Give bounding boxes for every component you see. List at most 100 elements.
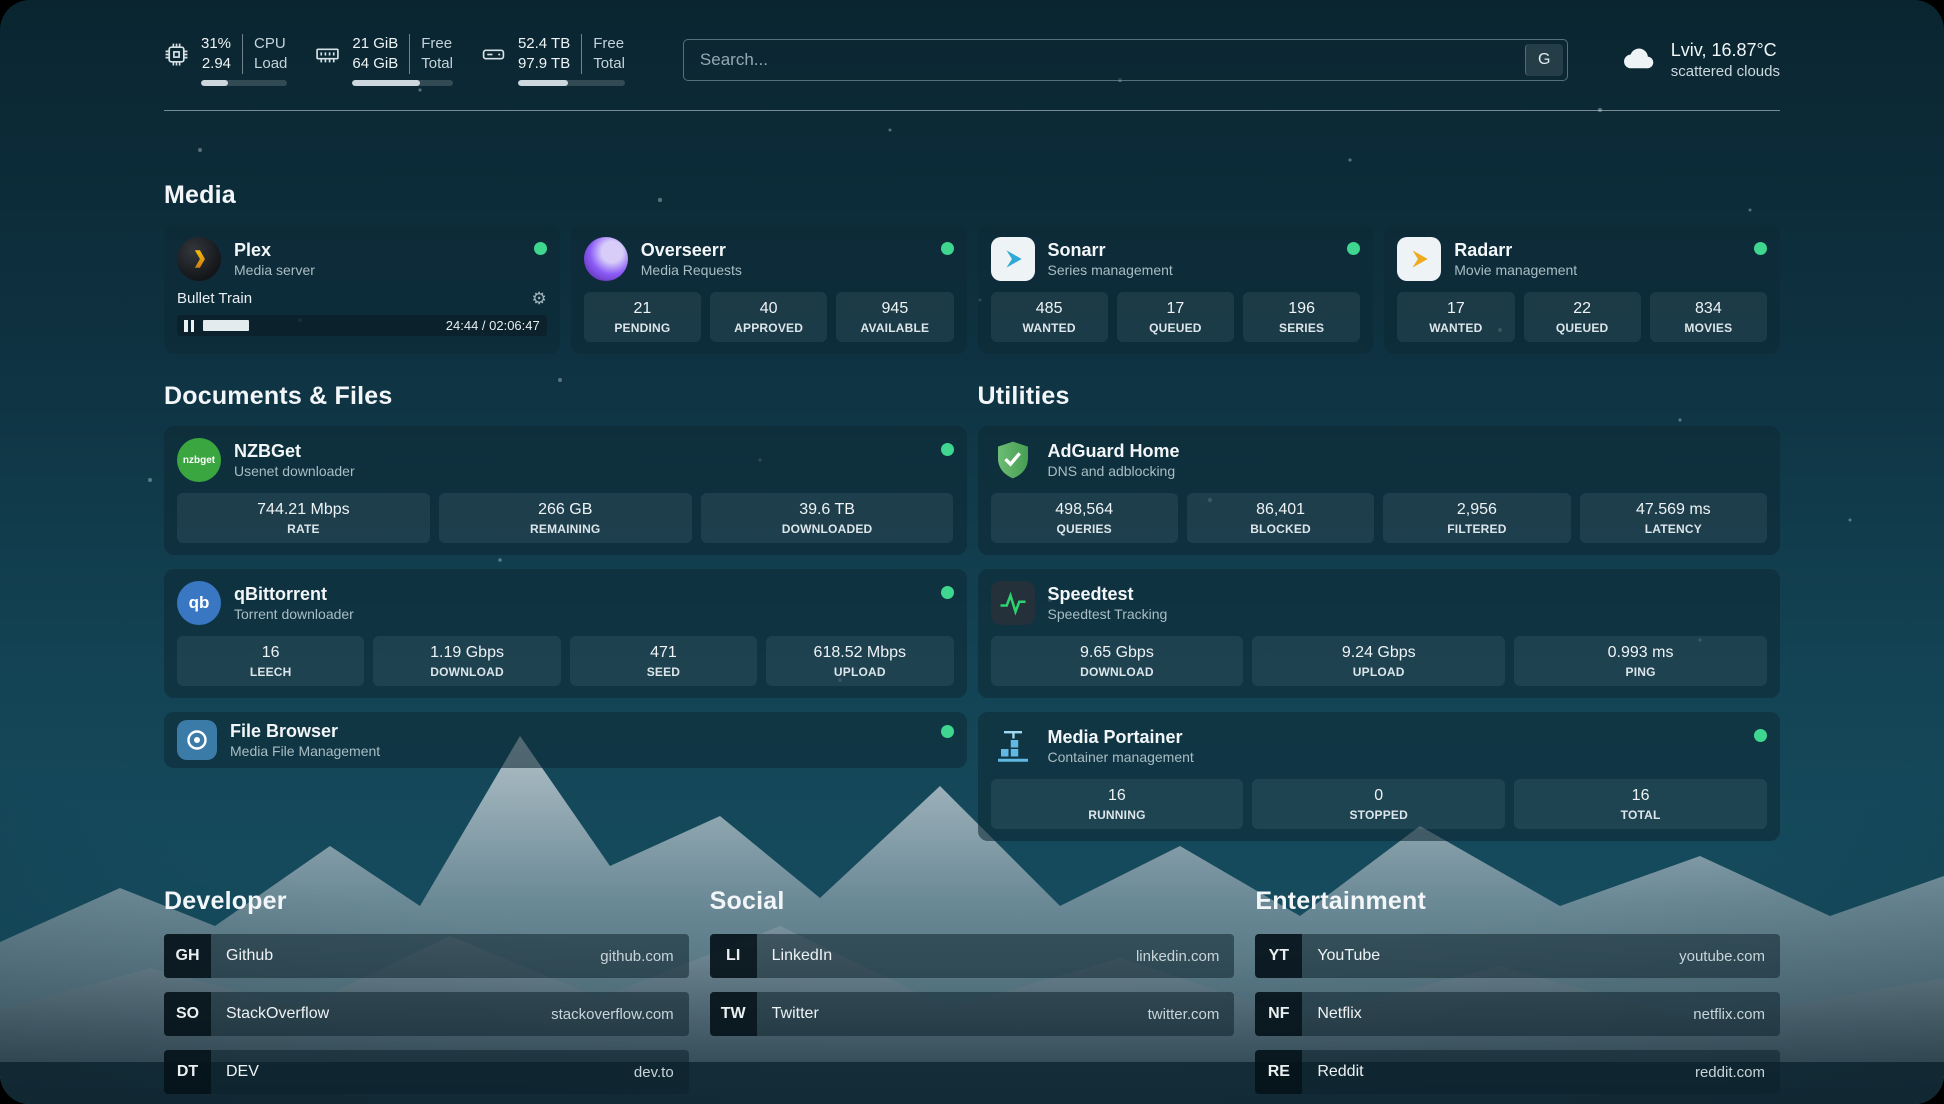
dashboard-content: 31% 2.94 CPU Load <box>0 0 1944 1104</box>
stat-label: SEED <box>574 665 753 680</box>
dashboard-screen: 31% 2.94 CPU Load <box>0 0 1944 1104</box>
bookmark-name: Twitter <box>772 1005 819 1023</box>
stat-value: 21 <box>588 299 697 319</box>
app-name: Plex <box>234 239 315 261</box>
section-title-social: Social <box>710 887 1235 916</box>
cpu-stats: 31% 2.94 CPU Load <box>201 34 287 86</box>
bookmark-abbr: TW <box>710 992 757 1036</box>
stat-value: 471 <box>574 643 753 663</box>
portainer-stat-total: 16 TOTAL <box>1514 779 1767 829</box>
playback-time: 24:44 / 02:06:47 <box>446 318 540 333</box>
search-engine-button[interactable]: G <box>1525 44 1563 76</box>
stat-label: BLOCKED <box>1191 522 1370 537</box>
stat-value: 0 <box>1256 786 1501 806</box>
qbittorrent-icon-text: qb <box>189 593 210 613</box>
filebrowser-header: File Browser Media File Management <box>177 720 954 760</box>
stat-value: 196 <box>1247 299 1356 319</box>
now-playing-title: Bullet Train <box>177 290 252 307</box>
media-player-bar[interactable]: 24:44 / 02:06:47 <box>177 315 547 336</box>
playback-progress-track[interactable] <box>203 320 437 331</box>
stat-value: 16 <box>1518 786 1763 806</box>
bookmark-stackoverflow[interactable]: SO StackOverflow stackoverflow.com <box>164 992 689 1036</box>
adguard-card[interactable]: AdGuard Home DNS and adblocking 498,564 … <box>978 426 1781 555</box>
plex-icon <box>177 237 221 281</box>
stat-label: REMAINING <box>443 522 688 537</box>
pause-icon[interactable] <box>184 320 194 332</box>
stat-label: RATE <box>181 522 426 537</box>
plex-card[interactable]: Plex Media server Bullet Train ⚙ <box>164 225 560 354</box>
bookmark-netflix[interactable]: NF Netflix netflix.com <box>1255 992 1780 1036</box>
qbittorrent-stat-seed: 471 SEED <box>570 636 757 686</box>
stat-value: 618.52 Mbps <box>770 643 949 663</box>
speedtest-card[interactable]: Speedtest Speedtest Tracking 9.65 Gbps D… <box>978 569 1781 698</box>
bookmark-github[interactable]: GH Github github.com <box>164 934 689 978</box>
nzbget-stat-rate: 744.21 Mbps RATE <box>177 493 430 543</box>
bookmark-group-developer: Developer GH Github github.com SO StackO… <box>164 887 689 1104</box>
app-subtitle: Media server <box>234 261 315 279</box>
stat-label: LATENCY <box>1584 522 1763 537</box>
stat-value: 9.24 Gbps <box>1256 643 1501 663</box>
stats-row: 17 WANTED 22 QUEUED 834 MOVIES <box>1397 292 1767 342</box>
search-box: G <box>683 39 1568 81</box>
bookmark-url: reddit.com <box>1695 1064 1765 1081</box>
stat-value: 47.569 ms <box>1584 500 1763 520</box>
ram-usage-fill <box>352 80 419 86</box>
stat-label: WANTED <box>995 321 1104 336</box>
stat-value: 40 <box>714 299 823 319</box>
sonarr-card[interactable]: Sonarr Series management 485 WANTED 17 Q… <box>978 225 1374 354</box>
stat-value: 2,956 <box>1387 500 1566 520</box>
status-indicator <box>941 725 954 738</box>
bookmark-youtube[interactable]: YT YouTube youtube.com <box>1255 934 1780 978</box>
ram-free-label: Free <box>421 34 453 54</box>
qbittorrent-header: qb qBittorrent Torrent downloader <box>177 581 954 625</box>
stats-row: 16 RUNNING 0 STOPPED 16 TOTAL <box>991 779 1768 829</box>
stat-value: 834 <box>1654 299 1763 319</box>
stat-label: DOWNLOAD <box>377 665 556 680</box>
bookmark-reddit[interactable]: RE Reddit reddit.com <box>1255 1050 1780 1094</box>
disk-widget: 52.4 TB 97.9 TB Free Total <box>481 34 625 86</box>
overseerr-card[interactable]: Overseerr Media Requests 21 PENDING 40 A… <box>571 225 967 354</box>
bookmark-url: youtube.com <box>1679 948 1765 965</box>
stat-label: PING <box>1518 665 1763 680</box>
app-meta: Radarr Movie management <box>1454 239 1577 279</box>
plex-header: Plex Media server <box>177 237 547 281</box>
search-input[interactable] <box>683 39 1568 81</box>
filebrowser-card[interactable]: File Browser Media File Management <box>164 712 967 768</box>
bookmark-name: Github <box>226 947 273 965</box>
cloud-icon <box>1620 39 1658 82</box>
stat-label: LEECH <box>181 665 360 680</box>
stat-label: AVAILABLE <box>840 321 949 336</box>
app-subtitle: Movie management <box>1454 261 1577 279</box>
stat-label: TOTAL <box>1518 808 1763 823</box>
adguard-header: AdGuard Home DNS and adblocking <box>991 438 1768 482</box>
qbittorrent-card[interactable]: qb qBittorrent Torrent downloader 16 LEE… <box>164 569 967 698</box>
radarr-stat-wanted: 17 WANTED <box>1397 292 1514 342</box>
stat-value: 485 <box>995 299 1104 319</box>
stat-value: 1.19 Gbps <box>377 643 556 663</box>
nzbget-card[interactable]: nzbget NZBGet Usenet downloader 744.21 M… <box>164 426 967 555</box>
app-name: Media Portainer <box>1048 726 1194 748</box>
weather-widget[interactable]: Lviv, 16.87°C scattered clouds <box>1620 39 1780 82</box>
qbittorrent-stat-leech: 16 LEECH <box>177 636 364 686</box>
portainer-card[interactable]: Media Portainer Container management 16 … <box>978 712 1781 841</box>
section-title-documents: Documents & Files <box>164 382 967 411</box>
weather-condition: scattered clouds <box>1671 62 1780 81</box>
bookmark-twitter[interactable]: TW Twitter twitter.com <box>710 992 1235 1036</box>
stat-value: 86,401 <box>1191 500 1370 520</box>
settings-gear-icon[interactable]: ⚙ <box>532 290 547 307</box>
bookmark-dev[interactable]: DT DEV dev.to <box>164 1050 689 1094</box>
bookmark-group-entertainment: Entertainment YT YouTube youtube.com NF … <box>1255 887 1780 1104</box>
bookmark-linkedin[interactable]: LI LinkedIn linkedin.com <box>710 934 1235 978</box>
status-indicator <box>941 242 954 255</box>
overseerr-stat-available: 945 AVAILABLE <box>836 292 953 342</box>
app-subtitle: Container management <box>1048 748 1194 766</box>
radarr-card[interactable]: Radarr Movie management 17 WANTED 22 QUE… <box>1384 225 1780 354</box>
cpu-label: CPU <box>254 34 287 54</box>
stats-row: 9.65 Gbps DOWNLOAD 9.24 Gbps UPLOAD 0.99… <box>991 636 1768 686</box>
speedtest-pulse-icon <box>991 581 1035 625</box>
app-subtitle: Speedtest Tracking <box>1048 605 1168 623</box>
stat-label: QUEUED <box>1528 321 1637 336</box>
sonarr-stat-queued: 17 QUEUED <box>1117 292 1234 342</box>
nzbget-header: nzbget NZBGet Usenet downloader <box>177 438 954 482</box>
disk-icon <box>481 42 506 67</box>
